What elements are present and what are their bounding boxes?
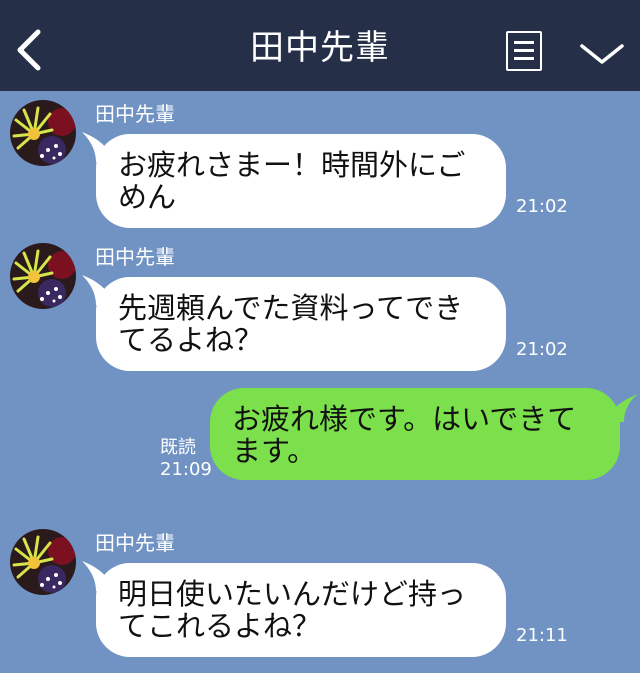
- chevron-down-icon: [580, 44, 624, 64]
- avatar-image: [10, 100, 76, 166]
- read-receipt: 既読: [160, 437, 196, 458]
- message-time: 21:02: [516, 339, 568, 360]
- message-text-line: お疲れさまー！時間外にご: [118, 148, 466, 182]
- message-time: 21:11: [516, 625, 568, 646]
- chat-title: 田中先輩: [250, 28, 390, 68]
- message-text-line: ます。: [232, 434, 317, 468]
- sender-name: 田中先輩: [95, 102, 175, 126]
- message-time: 21:09: [160, 459, 212, 480]
- menu-icon-line: [514, 49, 534, 52]
- message-text-line: お疲れ様です。はいできて: [232, 402, 577, 436]
- menu-icon-line: [514, 57, 534, 60]
- message-bubble[interactable]: 明日使いたいんだけど持っ てこれるよね？: [96, 563, 506, 657]
- message-text-line: てこれるよね？: [118, 609, 322, 643]
- avatar[interactable]: [10, 100, 76, 166]
- avatar-image: [10, 243, 76, 309]
- message-text-line: 先週頼んでた資料ってでき: [118, 291, 464, 325]
- menu-icon: [514, 41, 534, 44]
- message-bubble[interactable]: お疲れ様です。はいできて ます。: [210, 388, 620, 480]
- sender-name: 田中先輩: [95, 245, 175, 269]
- menu-button[interactable]: [506, 31, 542, 71]
- avatar-image: [10, 529, 76, 595]
- message-time: 21:02: [516, 196, 568, 217]
- expand-button[interactable]: [576, 36, 628, 72]
- sender-name: 田中先輩: [95, 531, 175, 555]
- message-text-line: 明日使いたいんだけど持っ: [118, 577, 467, 611]
- avatar[interactable]: [10, 243, 76, 309]
- message-text-line: てるよね？: [118, 323, 264, 357]
- avatar[interactable]: [10, 529, 76, 595]
- message-bubble[interactable]: お疲れさまー！時間外にご めん: [96, 134, 506, 228]
- chat-header: 田中先輩: [0, 0, 640, 91]
- message-bubble[interactable]: 先週頼んでた資料ってでき てるよね？: [96, 277, 506, 371]
- message-text-line: めん: [118, 180, 177, 214]
